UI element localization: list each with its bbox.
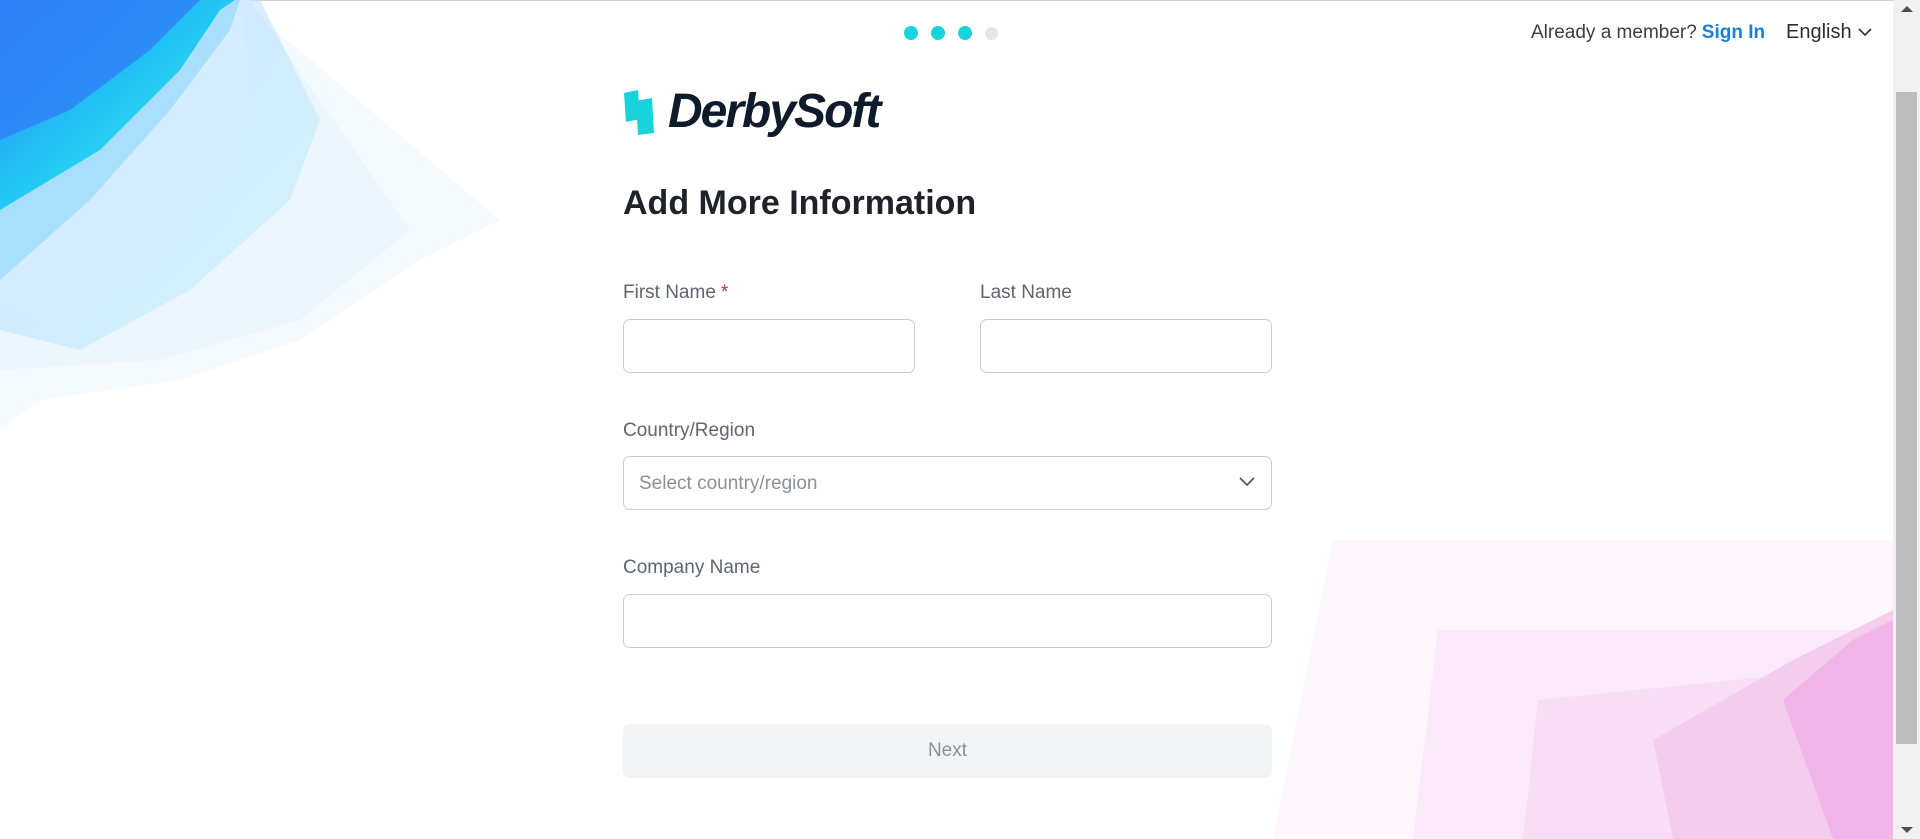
member-prompt: Already a member? Sign In — [1531, 22, 1765, 44]
scroll-down-arrow-icon[interactable] — [1901, 827, 1913, 833]
step-dot-1 — [904, 26, 918, 40]
last-name-input[interactable] — [980, 319, 1272, 373]
chevron-down-icon — [1239, 477, 1255, 487]
first-name-input[interactable] — [623, 319, 915, 373]
step-dot-2 — [931, 26, 945, 40]
scroll-thumb[interactable] — [1896, 92, 1917, 744]
first-name-label: First Name * — [623, 282, 728, 304]
company-name-input[interactable] — [623, 594, 1272, 648]
required-mark: * — [720, 282, 729, 303]
country-select[interactable]: Select country/region — [623, 456, 1272, 510]
first-name-label-text: First Name — [623, 282, 716, 303]
member-prompt-text: Already a member? — [1531, 22, 1697, 43]
chevron-down-icon — [1858, 28, 1872, 37]
sign-in-link[interactable]: Sign In — [1702, 22, 1765, 43]
step-dot-3 — [958, 26, 972, 40]
language-selector[interactable]: English — [1786, 21, 1872, 44]
language-label: English — [1786, 21, 1852, 43]
step-dot-4 — [985, 27, 998, 40]
background-decoration-top-left — [0, 0, 500, 430]
progress-steps — [904, 26, 998, 40]
top-border — [0, 0, 1920, 1]
company-name-label: Company Name — [623, 557, 761, 578]
logo: DerbySoft — [622, 85, 881, 138]
country-label: Country/Region — [623, 420, 756, 441]
next-button[interactable]: Next — [623, 724, 1272, 778]
last-name-label: Last Name — [980, 282, 1072, 303]
background-decoration-bottom-right — [1273, 540, 1893, 839]
derbysoft-logo-icon — [624, 90, 654, 135]
scrollbar[interactable] — [1893, 0, 1920, 839]
country-placeholder: Select country/region — [639, 473, 818, 494]
scroll-up-arrow-icon[interactable] — [1901, 6, 1913, 12]
page-title: Add More Information — [623, 184, 977, 222]
logo-text: DerbySoft — [668, 85, 881, 138]
